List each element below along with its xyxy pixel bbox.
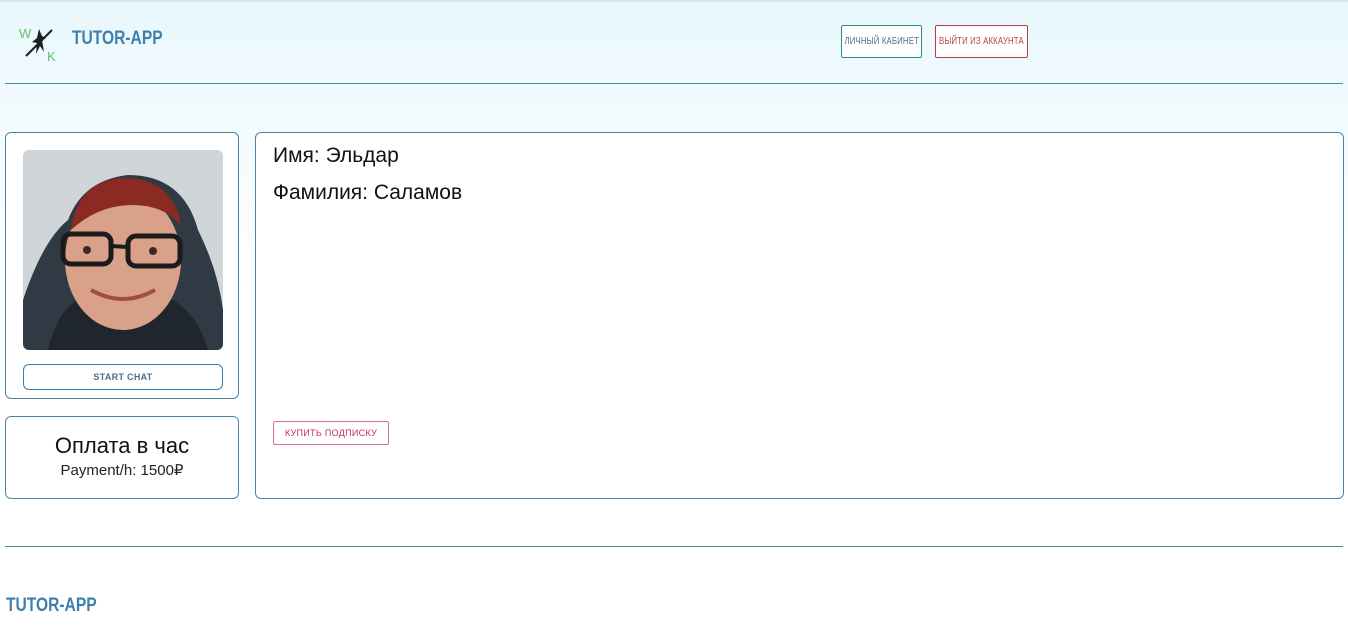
brand-title[interactable]: TUTOR-APP xyxy=(72,28,163,50)
payment-title: Оплата в час xyxy=(54,433,190,458)
svg-text:W: W xyxy=(19,26,32,41)
header-divider xyxy=(5,83,1343,84)
last-name-text: Фамилия: Саламов xyxy=(273,181,463,204)
logout-button[interactable]: ВЫЙТИ ИЗ АККАУНТА xyxy=(935,25,1028,58)
footer-divider xyxy=(5,546,1343,547)
personal-cabinet-label: ЛИЧНЫЙ КАБИНЕТ xyxy=(844,36,919,47)
footer-brand: TUTOR-APP xyxy=(6,595,97,616)
personal-cabinet-button[interactable]: ЛИЧНЫЙ КАБИНЕТ xyxy=(841,25,922,58)
logout-label: ВЫЙТИ ИЗ АККАУНТА xyxy=(939,36,1024,47)
payment-value: Payment/h: 1500₽ xyxy=(60,462,184,479)
payment-card: Оплата в час Payment/h: 1500₽ xyxy=(5,416,239,499)
header: W K TUTOR-APP ЛИЧНЫЙ КАБИНЕТ ВЫЙТИ ИЗ АК… xyxy=(0,0,1348,84)
first-name-text: Имя: Эльдар xyxy=(273,144,399,167)
buy-subscription-button[interactable]: КУПИТЬ ПОДПИСКУ xyxy=(273,421,389,445)
logo-icon[interactable]: W K xyxy=(18,24,60,64)
profile-photo-card: START CHAT xyxy=(5,132,239,399)
avatar xyxy=(23,150,223,350)
profile-info-card: Имя: Эльдар Фамилия: Саламов КУПИТЬ ПОДП… xyxy=(255,132,1344,499)
svg-text:K: K xyxy=(47,49,56,64)
start-chat-button[interactable]: START CHAT xyxy=(23,364,223,390)
